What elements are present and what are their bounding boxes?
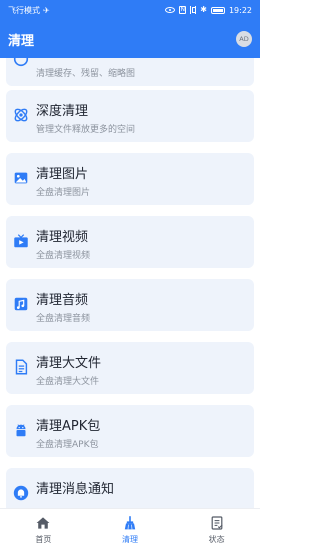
status-bar: 飞行模式 ✈ N ✱ 19:22 bbox=[0, 0, 260, 20]
clock: 19:22 bbox=[228, 5, 252, 15]
bottom-nav: 首页 清理 状态 bbox=[0, 508, 260, 550]
nfc-icon: N bbox=[179, 6, 187, 14]
nav-label: 首页 bbox=[35, 534, 52, 544]
list-item-clean-notifications[interactable]: 清理消息通知 bbox=[6, 468, 254, 508]
eye-icon bbox=[165, 7, 176, 13]
item-subtitle: 管理文件释放更多的空间 bbox=[36, 125, 136, 135]
bluetooth-icon: ✱ bbox=[200, 5, 207, 14]
list-item-cache-clean[interactable]: 清理缓存、残留、缩略图 bbox=[6, 58, 254, 86]
android-icon bbox=[16, 424, 26, 437]
video-icon bbox=[14, 234, 28, 248]
music-icon bbox=[14, 297, 28, 311]
item-subtitle: 全盘清理APK包 bbox=[36, 440, 99, 450]
list-item-clean-apk[interactable]: 清理APK包 全盘清理APK包 bbox=[6, 405, 254, 457]
bell-icon bbox=[13, 485, 29, 501]
item-title: 清理音频 bbox=[36, 293, 89, 308]
nav-label: 清理 bbox=[122, 534, 138, 544]
nav-status[interactable]: 状态 bbox=[173, 509, 260, 550]
item-title: 清理大文件 bbox=[36, 356, 102, 371]
status-icon bbox=[211, 515, 223, 530]
image-icon bbox=[14, 172, 28, 184]
home-icon bbox=[36, 516, 50, 529]
nav-label: 状态 bbox=[208, 534, 225, 544]
deep-clean-icon bbox=[14, 108, 28, 122]
item-subtitle: 全盘清理大文件 bbox=[36, 377, 100, 387]
item-subtitle: 全盘清理图片 bbox=[36, 188, 91, 198]
avatar[interactable]: AD bbox=[236, 31, 252, 47]
list-item-clean-videos[interactable]: 清理视频 全盘清理视频 bbox=[6, 216, 254, 268]
top-bar: 清理 AD bbox=[0, 20, 260, 58]
item-title: 深度清理 bbox=[36, 104, 89, 119]
clean-options-list: 清理缓存、残留、缩略图 深度清理 管理文件释放更多的空间 清理图片 全盘清理图片… bbox=[0, 58, 260, 508]
item-subtitle: 全盘清理音频 bbox=[36, 314, 91, 324]
item-title: 清理APK包 bbox=[36, 419, 101, 434]
status-right: N ✱ 19:22 bbox=[165, 6, 252, 15]
nav-home[interactable]: 首页 bbox=[0, 509, 87, 550]
page-title: 清理 bbox=[8, 33, 35, 49]
item-title: 清理图片 bbox=[36, 167, 89, 182]
list-item-clean-audio[interactable]: 清理音频 全盘清理音频 bbox=[6, 279, 254, 331]
list-item-clean-images[interactable]: 清理图片 全盘清理图片 bbox=[6, 153, 254, 205]
list-item-deep-clean[interactable]: 深度清理 管理文件释放更多的空间 bbox=[6, 90, 254, 142]
airplane-mode-text: 飞行模式 bbox=[8, 5, 40, 15]
status-left: 飞行模式 ✈ bbox=[8, 5, 50, 16]
battery-icon bbox=[210, 6, 225, 14]
nav-clean[interactable]: 清理 bbox=[87, 509, 174, 550]
item-subtitle: 清理缓存、残留、缩略图 bbox=[36, 69, 136, 79]
item-subtitle: 全盘清理视频 bbox=[36, 251, 91, 261]
broom-icon bbox=[124, 515, 136, 529]
item-title: 清理消息通知 bbox=[36, 482, 115, 497]
document-icon bbox=[15, 359, 28, 375]
vibrate-icon bbox=[190, 6, 197, 14]
airplane-icon: ✈ bbox=[43, 5, 50, 15]
list-item-clean-large-files[interactable]: 清理大文件 全盘清理大文件 bbox=[6, 342, 254, 394]
cache-icon bbox=[13, 58, 29, 67]
item-title: 清理视频 bbox=[36, 230, 89, 245]
